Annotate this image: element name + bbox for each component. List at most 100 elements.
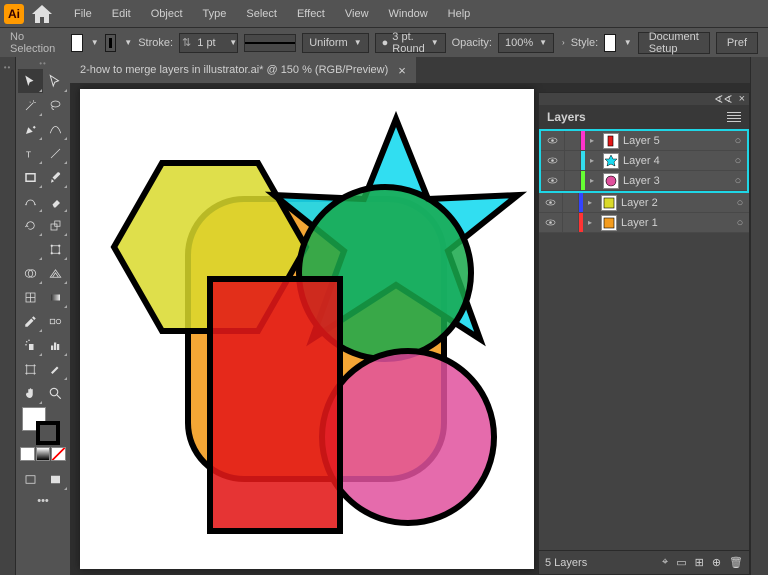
- menu-edit[interactable]: Edit: [102, 3, 141, 25]
- curvature-tool[interactable]: [43, 117, 68, 141]
- panel-menu-icon[interactable]: [727, 112, 741, 122]
- visibility-toggle[interactable]: [539, 193, 563, 212]
- home-icon[interactable]: [30, 2, 54, 26]
- target-icon[interactable]: ○: [731, 197, 749, 209]
- eyedropper-tool[interactable]: [18, 309, 43, 333]
- layer-thumbnail: [603, 173, 619, 189]
- panel-collapse-icon[interactable]: ∢∢: [714, 93, 732, 106]
- make-clipping-mask-icon[interactable]: ▭: [676, 556, 686, 569]
- menu-help[interactable]: Help: [438, 3, 481, 25]
- stroke-profile-preview[interactable]: [244, 34, 296, 52]
- hand-tool[interactable]: [18, 381, 43, 405]
- lock-toggle[interactable]: [565, 171, 581, 190]
- layer-row[interactable]: ▸ Layer 1 ○: [539, 213, 749, 233]
- layer-name[interactable]: Layer 3: [623, 175, 729, 187]
- rectangle-tool[interactable]: [18, 165, 43, 189]
- menu-type[interactable]: Type: [193, 3, 237, 25]
- fill-stroke-control[interactable]: [18, 405, 68, 445]
- document-setup-button[interactable]: Document Setup: [638, 32, 710, 54]
- style-swatch[interactable]: [604, 34, 616, 52]
- scale-tool[interactable]: [43, 213, 68, 237]
- menu-file[interactable]: File: [64, 3, 102, 25]
- layer-row[interactable]: ▸ Layer 4 ○: [541, 151, 747, 171]
- brush-select[interactable]: ●3 pt. Round▼: [375, 33, 446, 53]
- pen-tool[interactable]: [18, 117, 43, 141]
- visibility-toggle[interactable]: [541, 131, 565, 150]
- gradient-tool[interactable]: [43, 285, 68, 309]
- menu-effect[interactable]: Effect: [287, 3, 335, 25]
- paintbrush-tool[interactable]: [43, 165, 68, 189]
- opacity-input[interactable]: 100%▼: [498, 33, 554, 53]
- layer-name[interactable]: Layer 4: [623, 155, 729, 167]
- slice-tool[interactable]: [43, 357, 68, 381]
- symbol-sprayer-tool[interactable]: [18, 333, 43, 357]
- menu-window[interactable]: Window: [379, 3, 438, 25]
- mesh-tool[interactable]: [18, 285, 43, 309]
- fill-swatch[interactable]: [71, 34, 83, 52]
- color-mode-row[interactable]: [18, 445, 68, 463]
- expand-arrow-icon[interactable]: ▸: [583, 218, 597, 227]
- layer-name[interactable]: Layer 5: [623, 135, 729, 147]
- expand-arrow-icon[interactable]: ▸: [585, 176, 599, 185]
- stroke-weight-input[interactable]: ⇅1 pt▼: [179, 33, 238, 53]
- shape-builder-tool[interactable]: [18, 261, 43, 285]
- close-icon[interactable]: ×: [398, 63, 406, 78]
- target-icon[interactable]: ○: [731, 217, 749, 229]
- layer-row[interactable]: ▸ Layer 5 ○: [541, 131, 747, 151]
- expand-arrow-icon[interactable]: ▸: [585, 136, 599, 145]
- column-graph-tool[interactable]: [43, 333, 68, 357]
- menu-view[interactable]: View: [335, 3, 379, 25]
- screen-mode-toggle[interactable]: [43, 467, 68, 491]
- expand-arrow-icon[interactable]: ▸: [583, 198, 597, 207]
- chevron-down-icon[interactable]: ▼: [124, 38, 132, 47]
- chevron-down-icon[interactable]: ▼: [624, 38, 632, 47]
- layers-panel-title[interactable]: Layers: [547, 110, 586, 124]
- free-transform-tool[interactable]: [43, 237, 68, 261]
- shaper-tool[interactable]: [18, 189, 43, 213]
- artboard[interactable]: [80, 89, 534, 569]
- locate-object-icon[interactable]: ⌖: [662, 556, 668, 569]
- lock-toggle[interactable]: [563, 213, 579, 232]
- new-layer-icon[interactable]: ⊕: [712, 556, 721, 569]
- stroke-swatch[interactable]: [105, 34, 117, 52]
- layer-row[interactable]: ▸ Layer 2 ○: [539, 193, 749, 213]
- direct-selection-tool[interactable]: [43, 69, 68, 93]
- target-icon[interactable]: ○: [729, 175, 747, 187]
- magic-wand-tool[interactable]: [18, 93, 43, 117]
- width-tool[interactable]: [18, 237, 43, 261]
- lock-toggle[interactable]: [565, 151, 581, 170]
- artboard-tool[interactable]: [18, 357, 43, 381]
- lock-toggle[interactable]: [563, 193, 579, 212]
- visibility-toggle[interactable]: [541, 151, 565, 170]
- line-tool[interactable]: [43, 141, 68, 165]
- menu-select[interactable]: Select: [236, 3, 287, 25]
- eraser-tool[interactable]: [43, 189, 68, 213]
- zoom-tool[interactable]: [43, 381, 68, 405]
- edit-toolbar-button[interactable]: •••: [18, 491, 68, 511]
- visibility-toggle[interactable]: [541, 171, 565, 190]
- lasso-tool[interactable]: [43, 93, 68, 117]
- target-icon[interactable]: ○: [729, 155, 747, 167]
- create-sublayer-icon[interactable]: ⊞: [695, 556, 704, 569]
- selection-tool[interactable]: [18, 69, 43, 93]
- chevron-right-icon[interactable]: ›: [562, 38, 565, 47]
- menu-object[interactable]: Object: [141, 3, 193, 25]
- perspective-grid-tool[interactable]: [43, 261, 68, 285]
- chevron-down-icon[interactable]: ▼: [91, 38, 99, 47]
- blend-tool[interactable]: [43, 309, 68, 333]
- preferences-button[interactable]: Pref: [716, 32, 758, 54]
- delete-layer-icon[interactable]: 🗑: [729, 556, 743, 569]
- visibility-toggle[interactable]: [539, 213, 563, 232]
- layer-name[interactable]: Layer 2: [621, 197, 731, 209]
- expand-arrow-icon[interactable]: ▸: [585, 156, 599, 165]
- panel-close-icon[interactable]: ×: [739, 93, 745, 105]
- lock-toggle[interactable]: [565, 131, 581, 150]
- type-tool[interactable]: T: [18, 141, 43, 165]
- stroke-profile-select[interactable]: Uniform▼: [302, 33, 368, 53]
- document-tab[interactable]: 2-how to merge layers in illustrator.ai*…: [70, 57, 416, 83]
- layer-row[interactable]: ▸ Layer 3 ○: [541, 171, 747, 191]
- target-icon[interactable]: ○: [729, 135, 747, 147]
- screen-mode-normal[interactable]: [18, 467, 43, 491]
- rotate-tool[interactable]: [18, 213, 43, 237]
- layer-name[interactable]: Layer 1: [621, 217, 731, 229]
